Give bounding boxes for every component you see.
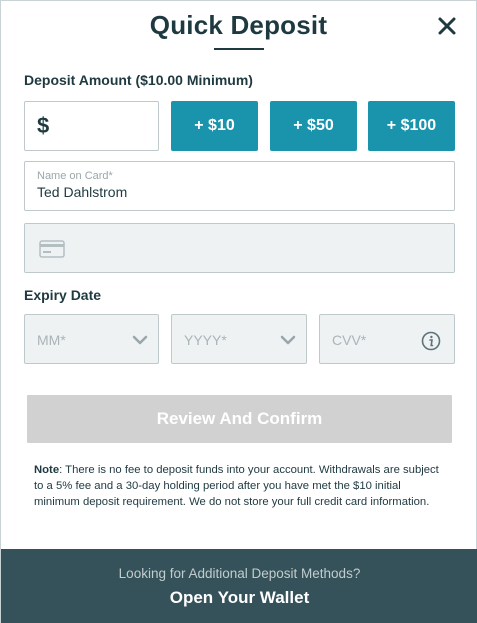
expiry-year-placeholder: YYYY* [184, 332, 227, 348]
card-number-field[interactable] [24, 223, 455, 273]
note-text: : There is no fee to deposit funds into … [34, 464, 439, 508]
chevron-down-icon [280, 335, 296, 345]
info-icon[interactable] [421, 331, 441, 351]
review-and-confirm-button[interactable]: Review And Confirm [27, 395, 452, 443]
cvv-field[interactable]: CVV* [319, 314, 455, 364]
expiry-month-placeholder: MM* [37, 332, 66, 348]
name-on-card-field[interactable]: Name on Card* Ted Dahlstrom [24, 161, 455, 211]
deposit-amount-field[interactable]: $ [24, 101, 159, 151]
credit-card-icon [39, 240, 65, 258]
open-wallet-link[interactable]: Open Your Wallet [1, 588, 477, 608]
modal-title: Quick Deposit [149, 10, 328, 40]
name-on-card-label: Name on Card* [37, 170, 113, 182]
expiry-date-label: Expiry Date [24, 287, 102, 303]
close-button[interactable] [436, 15, 458, 37]
close-icon [438, 17, 456, 35]
name-on-card-value: Ted Dahlstrom [37, 184, 128, 200]
additional-methods-question: Looking for Additional Deposit Methods? [118, 566, 361, 581]
quick-amount-50-button[interactable]: + $50 [270, 101, 357, 151]
currency-symbol: $ [37, 113, 50, 138]
expiry-month-select[interactable]: MM* [24, 314, 159, 364]
quick-deposit-modal: Quick Deposit Deposit Amount ($10.00 Min… [0, 0, 477, 623]
footer-banner: Looking for Additional Deposit Methods? … [1, 549, 477, 623]
quick-amount-100-button[interactable]: + $100 [368, 101, 455, 151]
chevron-down-icon [132, 335, 148, 345]
cvv-placeholder: CVV* [332, 332, 367, 348]
expiry-year-select[interactable]: YYYY* [171, 314, 307, 364]
deposit-amount-input[interactable] [53, 115, 144, 137]
quick-amount-10-button[interactable]: + $10 [171, 101, 258, 151]
deposit-amount-label: Deposit Amount ($10.00 Minimum) [24, 72, 253, 88]
note-lead: Note [34, 464, 60, 476]
deposit-note: Note: There is no fee to deposit funds i… [34, 462, 448, 510]
title-underline [214, 48, 264, 50]
